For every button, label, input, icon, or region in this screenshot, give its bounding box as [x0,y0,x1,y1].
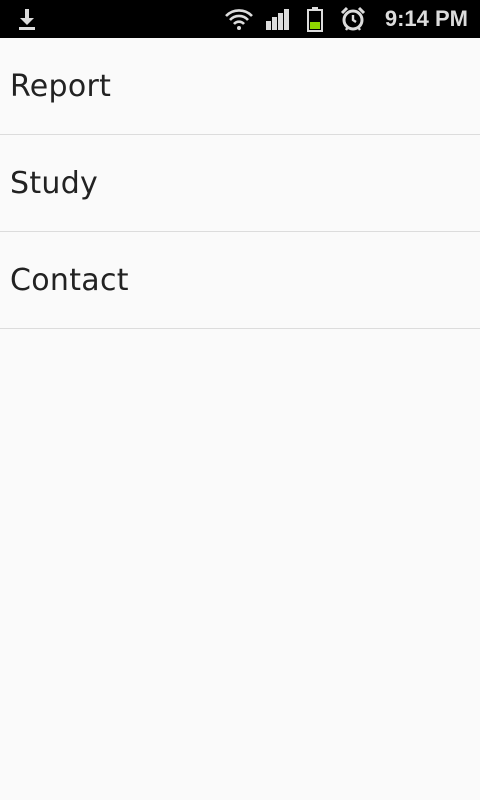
menu-item-study[interactable]: Study [0,135,480,232]
status-time: 9:14 PM [384,6,468,31]
menu-item-report[interactable]: Report [0,38,480,135]
alarm-icon [339,0,367,38]
menu-item-label: Contact [10,262,129,298]
menu-item-label: Study [10,165,99,201]
menu-item-contact[interactable]: Contact [0,232,480,329]
signal-icon [264,0,292,38]
menu-item-label: Report [10,68,112,104]
wifi-icon [223,0,255,38]
status-bar: 9:14 PM [0,0,480,38]
battery-icon [304,0,326,38]
download-icon[interactable] [14,0,40,38]
menu-list: Report Study Contact [0,38,480,329]
